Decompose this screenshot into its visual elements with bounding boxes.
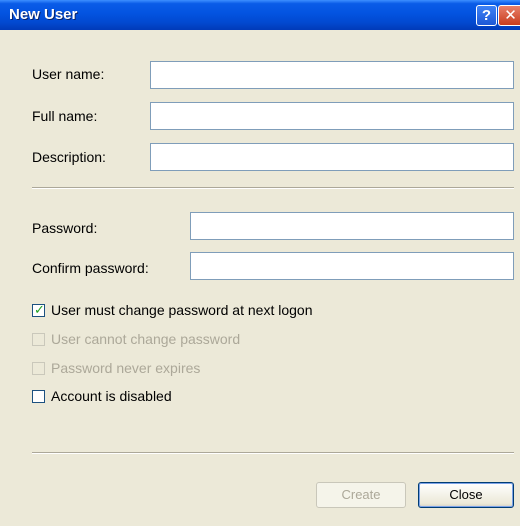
description-label: Description: [32,149,106,165]
cannot-change-password-checkbox: User cannot change password [32,331,240,347]
close-icon: ✕ [504,7,517,24]
title-bar[interactable]: New User ? ✕ [0,0,520,30]
dialog-title: New User [9,6,78,23]
user-name-label: User name: [32,66,105,82]
account-disabled-label: Account is disabled [51,388,172,404]
new-user-dialog: New User ? ✕ User name: Full name: Descr… [0,0,520,526]
close-button[interactable]: Close [418,482,514,508]
confirm-password-input[interactable] [190,252,514,280]
confirm-password-label: Confirm password: [32,260,149,276]
user-name-input[interactable] [150,61,514,89]
separator [32,187,514,189]
account-disabled-checkbox[interactable]: Account is disabled [32,388,172,404]
password-never-expires-label: Password never expires [51,360,201,376]
check-icon: ✓ [34,301,45,317]
password-never-expires-checkbox: Password never expires [32,360,200,376]
close-window-button[interactable]: ✕ [498,5,520,26]
must-change-password-checkbox[interactable]: ✓ User must change password at next logo… [32,302,312,318]
must-change-password-label: User must change password at next logon [51,302,313,318]
full-name-input[interactable] [150,102,514,130]
separator [32,452,514,454]
cannot-change-password-label: User cannot change password [51,331,241,347]
checkbox-box[interactable]: ✓ [32,301,45,317]
checkbox-box[interactable] [32,389,45,403]
password-label: Password: [32,220,98,236]
full-name-label: Full name: [32,108,98,124]
description-input[interactable] [150,143,514,171]
password-input[interactable] [190,212,514,240]
checkbox-box [32,361,45,375]
help-button[interactable]: ? [476,5,497,26]
create-button[interactable]: Create [316,482,406,508]
checkbox-box [32,332,45,346]
help-icon: ? [481,7,492,24]
